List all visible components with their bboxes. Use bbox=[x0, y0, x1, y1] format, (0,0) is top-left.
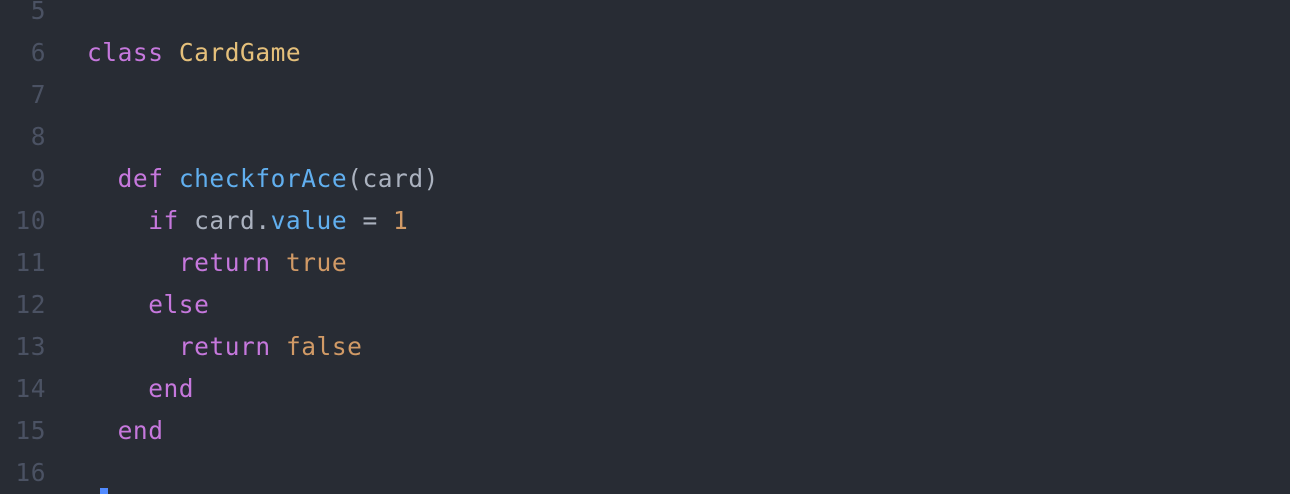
code-token: true bbox=[285, 248, 348, 277]
line-number: 13 bbox=[15, 332, 46, 361]
code-token: = bbox=[347, 206, 394, 235]
line-number: 8 bbox=[30, 122, 46, 151]
code-text: return true bbox=[87, 242, 347, 284]
code-text: if card.value = 1 bbox=[87, 200, 408, 242]
code-text: else bbox=[87, 284, 209, 326]
code-token: def bbox=[117, 164, 164, 193]
code-line[interactable]: 15 end bbox=[0, 410, 1290, 452]
line-number: 15 bbox=[15, 416, 46, 445]
code-text: end bbox=[87, 410, 164, 452]
code-text: end bbox=[87, 368, 194, 410]
code-line[interactable]: 13 return false bbox=[0, 326, 1290, 368]
code-token: return bbox=[178, 332, 271, 361]
code-line[interactable]: 14 end bbox=[0, 368, 1290, 410]
code-token: checkforAce bbox=[178, 164, 348, 193]
code-line[interactable]: 7 bbox=[0, 74, 1290, 116]
code-text: class CardGame bbox=[87, 32, 301, 74]
code-token: 1 bbox=[393, 206, 409, 235]
line-number: 5 bbox=[30, 0, 46, 25]
code-token: if bbox=[148, 206, 179, 235]
line-number: 14 bbox=[15, 374, 46, 403]
line-number: 16 bbox=[15, 458, 46, 487]
code-token: CardGame bbox=[178, 38, 302, 67]
code-token: end bbox=[117, 416, 164, 445]
code-token: (card) bbox=[347, 164, 439, 193]
line-number: 6 bbox=[30, 38, 46, 67]
code-token: false bbox=[285, 332, 363, 361]
code-line[interactable]: 6 class CardGame bbox=[0, 32, 1290, 74]
code-token: value bbox=[270, 206, 348, 235]
code-line[interactable]: 8 bbox=[0, 116, 1290, 158]
code-text: def checkforAce(card) bbox=[87, 158, 439, 200]
code-line[interactable]: 12 else bbox=[0, 284, 1290, 326]
line-number: 9 bbox=[30, 164, 46, 193]
code-token: card. bbox=[178, 206, 271, 235]
code-line[interactable]: 5 bbox=[0, 0, 1290, 32]
code-editor[interactable]: 5 6 class CardGame 7 8 9 def checkforAce(card… bbox=[0, 0, 1290, 494]
code-token: end bbox=[148, 374, 195, 403]
line-number: 11 bbox=[15, 248, 46, 277]
code-token: class bbox=[87, 38, 164, 67]
code-token: return bbox=[178, 248, 271, 277]
code-line[interactable]: 16 bbox=[0, 452, 1290, 494]
text-cursor bbox=[100, 488, 108, 494]
line-number: 10 bbox=[15, 206, 46, 235]
code-line[interactable]: 9 def checkforAce(card) bbox=[0, 158, 1290, 200]
line-number: 7 bbox=[30, 80, 46, 109]
code-line[interactable]: 10 if card.value = 1 bbox=[0, 200, 1290, 242]
code-line[interactable]: 11 return true bbox=[0, 242, 1290, 284]
code-token: else bbox=[148, 290, 210, 319]
line-number: 12 bbox=[15, 290, 46, 319]
code-text: return false bbox=[87, 326, 362, 368]
